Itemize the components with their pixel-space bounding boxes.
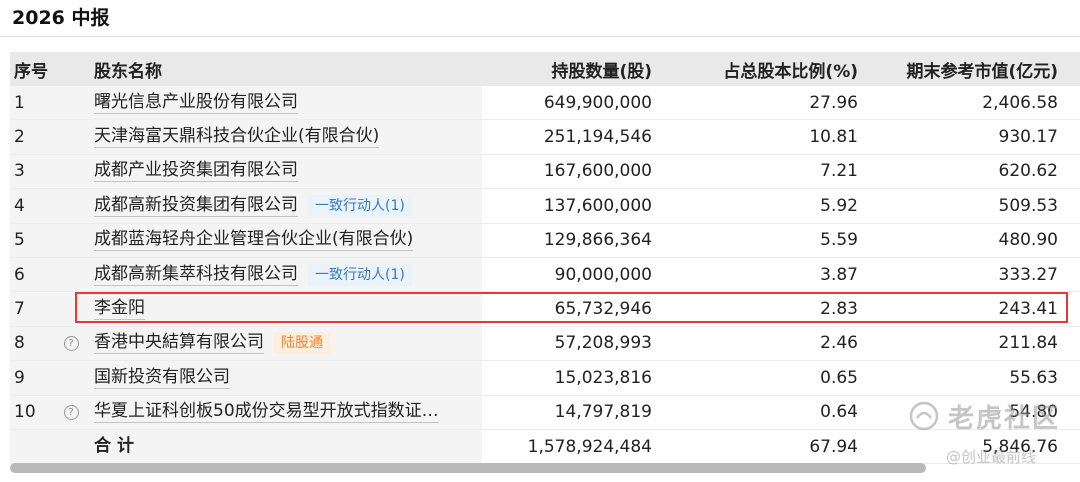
- help-icon[interactable]: ?: [63, 404, 79, 420]
- row-ratio: 5.59: [820, 230, 858, 251]
- row-name-cell: 华夏上证科创板50成份交易型开放式指数证…: [94, 396, 484, 429]
- shareholder-name-link[interactable]: 曙光信息产业股份有限公司: [94, 92, 298, 114]
- row-name-cell: 天津海富天鼎科技合伙企业(有限合伙): [94, 120, 484, 153]
- shareholder-name-link[interactable]: 成都高新集萃科技有限公司: [94, 264, 298, 286]
- total-label: 合计: [94, 436, 140, 457]
- scrollbar-thumb[interactable]: [10, 463, 926, 473]
- table-row: 9 国新投资有限公司 15,023,816 0.65 55.63: [10, 361, 1080, 396]
- row-no: 8: [14, 333, 25, 354]
- help-icon[interactable]: ?: [63, 335, 79, 351]
- row-ratio: 2.46: [820, 333, 858, 354]
- shareholder-name-link[interactable]: 成都蓝海轻舟企业管理合伙企业(有限合伙): [94, 229, 414, 252]
- total-ratio: 67.94: [809, 436, 858, 457]
- row-no: 1: [14, 92, 25, 113]
- row-name-cell: 国新投资有限公司: [94, 361, 484, 394]
- row-shares: 649,900,000: [543, 92, 652, 113]
- table-header-row: 序号 股东名称 持股数量(股) 占总股本比例(%) 期末参考市值(亿元): [10, 52, 1080, 86]
- shareholder-name-link[interactable]: 国新投资有限公司: [94, 367, 230, 389]
- row-value: 54.80: [1009, 402, 1058, 423]
- row-name-cell: 成都高新集萃科技有限公司 一致行动人(1): [94, 258, 484, 291]
- table-row: 3 成都产业投资集团有限公司 167,600,000 7.21 620.62: [10, 154, 1080, 190]
- row-name-cell: 李金阳: [94, 292, 484, 325]
- row-ratio: 27.96: [809, 92, 858, 113]
- row-ratio: 0.65: [820, 367, 858, 388]
- row-value: 55.63: [1009, 367, 1058, 388]
- shareholder-name-link[interactable]: 成都高新投资集团有限公司: [94, 195, 298, 217]
- section-title: 2026 中报: [12, 7, 110, 29]
- header-shares: 持股数量(股): [551, 61, 652, 82]
- header-name: 股东名称: [94, 61, 162, 82]
- row-ratio: 10.81: [809, 127, 858, 148]
- row-no: 2: [14, 127, 25, 148]
- row-ratio: 3.87: [820, 264, 858, 285]
- row-ratio: 2.83: [820, 299, 858, 320]
- header-value: 期末参考市值(亿元): [906, 61, 1058, 82]
- shareholder-name-link[interactable]: 李金阳: [94, 298, 145, 321]
- total-label-cell: 合计: [94, 430, 484, 463]
- table-body: 1 曙光信息产业股份有限公司 649,900,000 27.96 2,406.58 2 天津…: [10, 86, 1080, 430]
- table-row: 2 天津海富天鼎科技合伙企业(有限合伙) 251,194,546 10.81 930.1…: [10, 120, 1080, 155]
- help-cell[interactable]: ?: [60, 327, 82, 360]
- horizontal-scrollbar[interactable]: [10, 462, 1080, 474]
- shareholder-name-link[interactable]: 天津海富天鼎科技合伙企业(有限合伙): [94, 126, 380, 149]
- shareholder-table: 序号 股东名称 持股数量(股) 占总股本比例(%) 期末参考市值(亿元) 1 曙光…: [10, 52, 1080, 465]
- header-ratio: 占总股本比例(%): [723, 61, 858, 82]
- row-value: 333.27: [998, 264, 1058, 285]
- row-shares: 14,797,819: [554, 402, 652, 423]
- shareholder-name-link[interactable]: 香港中央結算有限公司: [94, 332, 264, 355]
- row-shares: 167,600,000: [543, 161, 652, 182]
- shareholder-tag[interactable]: 一致行动人(1): [308, 194, 412, 217]
- row-value: 509.53: [998, 195, 1058, 216]
- table-row: 8? 香港中央結算有限公司 陆股通 57,208,993 2.46 211.84: [10, 326, 1080, 362]
- row-no: 3: [14, 161, 25, 182]
- row-no: 6: [14, 264, 25, 285]
- table-row: 1 曙光信息产业股份有限公司 649,900,000 27.96 2,406.58: [10, 86, 1080, 121]
- shareholder-tag[interactable]: 一致行动人(1): [308, 263, 412, 286]
- title-divider: [0, 36, 1080, 37]
- row-ratio: 7.21: [820, 161, 858, 182]
- row-shares: 15,023,816: [554, 367, 652, 388]
- help-cell[interactable]: ?: [60, 396, 82, 429]
- row-value: 211.84: [998, 333, 1058, 354]
- row-shares: 251,194,546: [543, 127, 652, 148]
- row-value: 930.17: [998, 127, 1058, 148]
- row-name-cell: 成都蓝海轻舟企业管理合伙企业(有限合伙): [94, 224, 484, 257]
- table-total-row: 合计 1,578,924,484 67.94 5,846.76: [10, 429, 1080, 465]
- row-value: 480.90: [998, 230, 1058, 251]
- total-value: 5,846.76: [982, 436, 1058, 457]
- row-shares: 65,732,946: [554, 299, 652, 320]
- shareholder-name-link[interactable]: 成都产业投资集团有限公司: [94, 160, 298, 183]
- row-ratio: 5.92: [820, 195, 858, 216]
- shareholder-tag[interactable]: 陆股通: [274, 332, 330, 355]
- table-row: 6 成都高新集萃科技有限公司 一致行动人(1) 90,000,000 3.87 333.2…: [10, 257, 1080, 293]
- row-shares: 90,000,000: [554, 264, 652, 285]
- row-no: 7: [14, 299, 25, 320]
- table-row: 5 成都蓝海轻舟企业管理合伙企业(有限合伙) 129,866,364 5.59 480.…: [10, 223, 1080, 258]
- row-value: 2,406.58: [982, 92, 1058, 113]
- table-row: 10? 华夏上证科创板50成份交易型开放式指数证… 14,797,819 0.64 54…: [10, 395, 1080, 430]
- row-name-cell: 曙光信息产业股份有限公司: [94, 86, 484, 119]
- header-no: 序号: [14, 61, 48, 82]
- shareholder-name-link[interactable]: 华夏上证科创板50成份交易型开放式指数证…: [94, 401, 439, 424]
- row-value: 243.41: [998, 299, 1058, 320]
- row-value: 620.62: [998, 161, 1058, 182]
- table-row: 4 成都高新投资集团有限公司 一致行动人(1) 137,600,000 5.92 509.…: [10, 189, 1080, 224]
- table-row: 7 李金阳 65,732,946 2.83 243.41: [10, 292, 1080, 327]
- row-name-cell: 成都高新投资集团有限公司 一致行动人(1): [94, 189, 484, 222]
- row-name-cell: 香港中央結算有限公司 陆股通: [94, 327, 484, 360]
- row-name-cell: 成都产业投资集团有限公司: [94, 155, 484, 188]
- row-ratio: 0.64: [820, 402, 858, 423]
- row-no: 10: [14, 402, 36, 423]
- row-no: 5: [14, 230, 25, 251]
- row-shares: 137,600,000: [543, 195, 652, 216]
- total-shares: 1,578,924,484: [527, 436, 652, 457]
- row-shares: 129,866,364: [543, 230, 652, 251]
- row-no: 9: [14, 367, 25, 388]
- row-no: 4: [14, 195, 25, 216]
- row-shares: 57,208,993: [554, 333, 652, 354]
